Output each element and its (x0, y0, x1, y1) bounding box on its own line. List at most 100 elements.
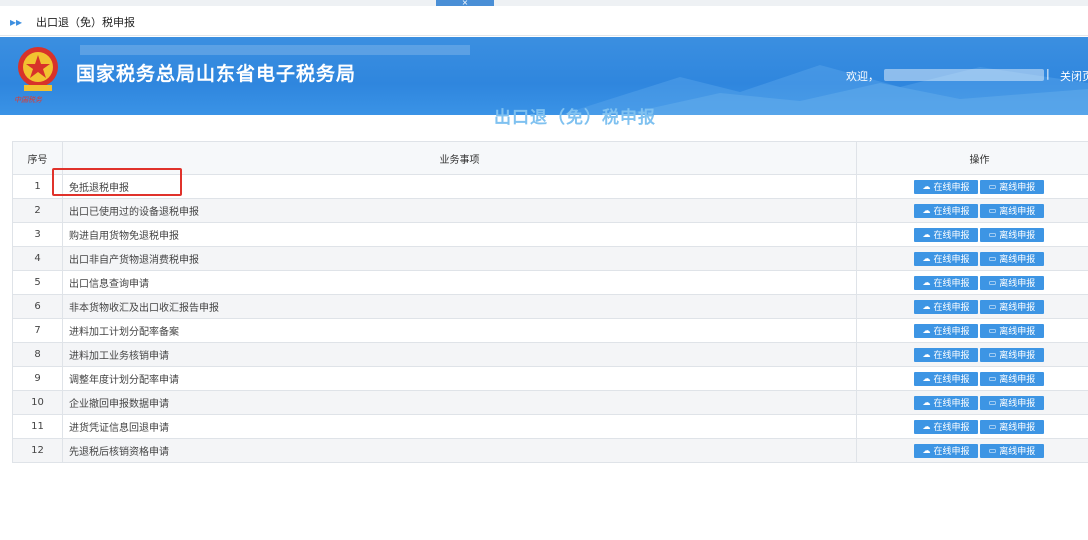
row-item[interactable]: 非本货物收汇及出口收汇报告申报 (62, 294, 857, 319)
cloud-upload-icon: ☁ (922, 422, 931, 431)
row-index: 2 (12, 198, 63, 223)
cloud-upload-icon: ☁ (922, 254, 931, 263)
page-heading: 出口退（免）税申报 (494, 108, 656, 128)
row-item[interactable]: 先退税后核销资格申请 (62, 438, 857, 463)
online-declare-button[interactable]: ☁ 在线申报 (914, 371, 978, 386)
cloud-upload-icon: ☁ (922, 326, 931, 335)
monitor-icon: ▭ (988, 302, 997, 311)
close-link[interactable]: 关闭页 (1060, 68, 1088, 84)
offline-declare-button[interactable]: ▭ 离线申报 (980, 443, 1044, 458)
table-row: 5 出口信息查询申请 ☁ 在线申报 ▭ 离线申报 (12, 270, 1088, 295)
monitor-icon: ▭ (988, 350, 997, 359)
offline-declare-button[interactable]: ▭ 离线申报 (980, 371, 1044, 386)
row-actions: ☁ 在线申报 ▭ 离线申报 (856, 174, 1088, 199)
row-item[interactable]: 进料加工业务核销申请 (62, 342, 857, 367)
monitor-icon: ▭ (988, 398, 997, 407)
online-declare-button[interactable]: ☁ 在线申报 (914, 323, 978, 338)
online-declare-label: 在线申报 (933, 447, 970, 457)
collapse-tab[interactable]: × (436, 0, 494, 7)
cloud-upload-icon: ☁ (922, 374, 931, 383)
column-header-index: 序号 (12, 141, 63, 175)
header-separator: | (1046, 67, 1050, 80)
offline-declare-button[interactable]: ▭ 离线申报 (980, 203, 1044, 218)
table-row: 6 非本货物收汇及出口收汇报告申报 ☁ 在线申报 ▭ 离线申报 (12, 294, 1088, 319)
offline-declare-label: 离线申报 (999, 183, 1036, 193)
offline-declare-button[interactable]: ▭ 离线申报 (980, 275, 1044, 290)
row-item[interactable]: 免抵退税申报 (62, 174, 857, 199)
online-declare-button[interactable]: ☁ 在线申报 (914, 443, 978, 458)
row-item[interactable]: 企业撤回申报数据申请 (62, 390, 857, 415)
online-declare-label: 在线申报 (933, 255, 970, 265)
row-actions: ☁ 在线申报 ▭ 离线申报 (856, 222, 1088, 247)
online-declare-label: 在线申报 (933, 327, 970, 337)
row-index: 6 (12, 294, 63, 319)
online-declare-label: 在线申报 (933, 399, 970, 409)
offline-declare-button[interactable]: ▭ 离线申报 (980, 227, 1044, 242)
offline-declare-button[interactable]: ▭ 离线申报 (980, 419, 1044, 434)
table-row: 3 购进自用货物免退税申报 ☁ 在线申报 ▭ 离线申报 (12, 222, 1088, 247)
table-row: 10 企业撤回申报数据申请 ☁ 在线申报 ▭ 离线申报 (12, 390, 1088, 415)
online-declare-button[interactable]: ☁ 在线申报 (914, 227, 978, 242)
offline-declare-label: 离线申报 (999, 375, 1036, 385)
offline-declare-button[interactable]: ▭ 离线申报 (980, 299, 1044, 314)
row-item[interactable]: 进货凭证信息回退申请 (62, 414, 857, 439)
table-row: 1 免抵退税申报 ☁ 在线申报 ▭ 离线申报 (12, 174, 1088, 199)
cloud-upload-icon: ☁ (922, 182, 931, 191)
row-index: 1 (12, 174, 63, 199)
table-row: 12 先退税后核销资格申请 ☁ 在线申报 ▭ 离线申报 (12, 438, 1088, 463)
table-row: 7 进料加工计划分配率备案 ☁ 在线申报 ▭ 离线申报 (12, 318, 1088, 343)
online-declare-label: 在线申报 (933, 279, 970, 289)
declaration-table: 序号 业务事项 操作 1 免抵退税申报 ☁ 在线申报 ▭ 离线申报 2 出口已使用过的设备退税… (12, 141, 1088, 463)
offline-declare-button[interactable]: ▭ 离线申报 (980, 323, 1044, 338)
offline-declare-label: 离线申报 (999, 255, 1036, 265)
row-index: 4 (12, 246, 63, 271)
online-declare-button[interactable]: ☁ 在线申报 (914, 179, 978, 194)
table-header-row: 序号 业务事项 操作 (12, 141, 1088, 175)
row-index: 12 (12, 438, 63, 463)
offline-declare-label: 离线申报 (999, 351, 1036, 361)
online-declare-button[interactable]: ☁ 在线申报 (914, 275, 978, 290)
row-index: 8 (12, 342, 63, 367)
offline-declare-label: 离线申报 (999, 207, 1036, 217)
online-declare-label: 在线申报 (933, 183, 970, 193)
monitor-icon: ▭ (988, 278, 997, 287)
row-index: 11 (12, 414, 63, 439)
row-item[interactable]: 购进自用货物免退税申报 (62, 222, 857, 247)
row-actions: ☁ 在线申报 ▭ 离线申报 (856, 198, 1088, 223)
double-chevron-right-icon[interactable]: ▸▸ (10, 16, 24, 28)
offline-declare-button[interactable]: ▭ 离线申报 (980, 251, 1044, 266)
online-declare-button[interactable]: ☁ 在线申报 (914, 203, 978, 218)
row-item[interactable]: 进料加工计划分配率备案 (62, 318, 857, 343)
row-item[interactable]: 出口信息查询申请 (62, 270, 857, 295)
top-strip (0, 0, 1088, 6)
online-declare-button[interactable]: ☁ 在线申报 (914, 299, 978, 314)
row-index: 10 (12, 390, 63, 415)
cloud-upload-icon: ☁ (922, 302, 931, 311)
column-header-ops: 操作 (856, 141, 1088, 175)
online-declare-button[interactable]: ☁ 在线申报 (914, 419, 978, 434)
online-declare-button[interactable]: ☁ 在线申报 (914, 395, 978, 410)
online-declare-button[interactable]: ☁ 在线申报 (914, 251, 978, 266)
offline-declare-label: 离线申报 (999, 327, 1036, 337)
row-actions: ☁ 在线申报 ▭ 离线申报 (856, 438, 1088, 463)
monitor-icon: ▭ (988, 326, 997, 335)
cloud-upload-icon: ☁ (922, 446, 931, 455)
offline-declare-label: 离线申报 (999, 303, 1036, 313)
cloud-upload-icon: ☁ (922, 278, 931, 287)
row-actions: ☁ 在线申报 ▭ 离线申报 (856, 390, 1088, 415)
offline-declare-button[interactable]: ▭ 离线申报 (980, 395, 1044, 410)
offline-declare-button[interactable]: ▭ 离线申报 (980, 347, 1044, 362)
offline-declare-label: 离线申报 (999, 423, 1036, 433)
banner-blur (80, 45, 470, 55)
row-item[interactable]: 出口已使用过的设备退税申报 (62, 198, 857, 223)
welcome-text: 欢迎， (846, 70, 879, 83)
monitor-icon: ▭ (988, 422, 997, 431)
row-item[interactable]: 出口非自产货物退消费税申报 (62, 246, 857, 271)
table-row: 8 进料加工业务核销申请 ☁ 在线申报 ▭ 离线申报 (12, 342, 1088, 367)
row-item[interactable]: 调整年度计划分配率申请 (62, 366, 857, 391)
online-declare-label: 在线申报 (933, 375, 970, 385)
monitor-icon: ▭ (988, 374, 997, 383)
online-declare-button[interactable]: ☁ 在线申报 (914, 347, 978, 362)
offline-declare-button[interactable]: ▭ 离线申报 (980, 179, 1044, 194)
table-row: 9 调整年度计划分配率申请 ☁ 在线申报 ▭ 离线申报 (12, 366, 1088, 391)
